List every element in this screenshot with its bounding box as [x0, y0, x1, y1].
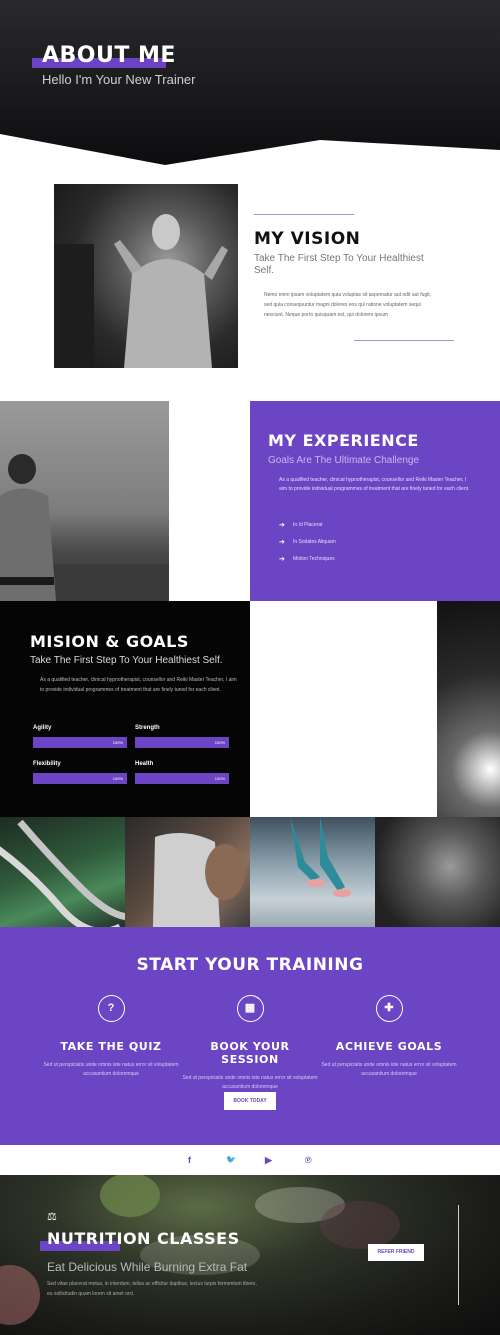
mission-text: As a qualified teacher, clinical hypnoth… [40, 677, 237, 693]
nutrition-text: Sed vitae placerat metus, in interdum, t… [47, 1281, 257, 1297]
tank-top-graphic [153, 833, 245, 927]
gym-light-photo [437, 601, 500, 817]
refer-friend-button[interactable]: REFER FRIEND [368, 1244, 424, 1261]
nutrition-subtitle: Eat Delicious While Burning Extra Fat [47, 1260, 248, 1274]
salad-background [0, 1175, 400, 1325]
skill-percent: 100% [214, 740, 225, 745]
ropes-graphic [0, 819, 125, 927]
skill-bar: 100% [33, 773, 127, 784]
puzzle-icon: ✚ [375, 995, 403, 1022]
man-back-silhouette [0, 454, 169, 601]
facebook-icon[interactable]: f [188, 1155, 191, 1165]
nutrition-divider [458, 1205, 459, 1305]
training-column-text: Sed ut perspiciatis unde omnis iste natu… [321, 1062, 457, 1077]
apple-scale-icon: ⚖ [47, 1211, 57, 1223]
skill-bar: 100% [135, 737, 229, 748]
experience-text: As a qualified teacher, clinical hypnoth… [279, 477, 470, 492]
calendar-icon: ▦ [236, 995, 264, 1022]
nutrition-section [0, 1175, 500, 1335]
hero-wedge-divider [0, 134, 500, 170]
experience-photo [0, 401, 169, 601]
social-bar [0, 1145, 500, 1175]
skill-label: Flexibility [33, 761, 61, 767]
mission-subtitle: Take The First Step To Your Healthiest S… [30, 655, 223, 666]
twitter-icon[interactable]: 🐦 [226, 1155, 236, 1164]
vision-divider-bottom [354, 340, 454, 341]
arrow-right-icon: ➔ [279, 522, 285, 529]
experience-item-label: Motion Techniques [293, 556, 335, 562]
vision-divider-top [254, 214, 354, 215]
skill-label: Strength [135, 725, 160, 731]
vision-subtitle: Take The First Step To Your Healthiest S… [254, 253, 424, 276]
mission-spacer [250, 601, 437, 817]
arrow-right-icon: ➔ [279, 539, 285, 546]
book-today-button[interactable]: BOOK TODAY [224, 1092, 276, 1110]
experience-list-item: ➔ In Id Placerat [279, 521, 322, 529]
experience-list-item: ➔ In Sodales Aliquam [279, 538, 336, 546]
skill-percent: 100% [214, 776, 225, 781]
nutrition-title: NUTRITION CLASSES [47, 1229, 240, 1248]
training-column-title: BOOK YOUR SESSION [210, 1040, 290, 1066]
muscular-torso-photo [375, 817, 500, 927]
tank-top-athlete-photo [125, 817, 250, 927]
skill-percent: 100% [112, 740, 123, 745]
experience-list-item: ➔ Motion Techniques [279, 555, 335, 563]
question-icon: ? [97, 995, 125, 1022]
skill-percent: 100% [112, 776, 123, 781]
page-title: ABOUT ME [42, 43, 176, 68]
experience-item-label: In Id Placerat [293, 522, 323, 528]
runner-graphic [290, 817, 351, 897]
training-title: START YOUR TRAINING [136, 955, 364, 975]
training-column-text: Sed ut perspiciatis unde omnis iste natu… [182, 1075, 318, 1090]
vision-title: MY VISION [254, 229, 361, 249]
stair-runner-photo [250, 817, 375, 927]
training-column: ✚ ACHIEVE GOALS Sed ut perspiciatis unde… [319, 995, 459, 1079]
mission-title: MISION & GOALS [30, 632, 189, 651]
battle-ropes-photo [0, 817, 125, 927]
vision-text: Nemo enim ipsam voluptatem quia voluptas… [264, 292, 432, 318]
arrow-right-icon: ➔ [279, 556, 285, 563]
skill-label: Agility [33, 725, 52, 731]
experience-title: MY EXPERIENCE [268, 431, 419, 450]
skill-label: Health [135, 761, 154, 767]
training-column-title: TAKE THE QUIZ [60, 1040, 162, 1053]
youtube-icon[interactable]: ▶ [265, 1155, 272, 1166]
training-column-title: ACHIEVE GOALS [335, 1040, 443, 1053]
training-column: ▦ BOOK YOUR SESSION Sed ut perspiciatis … [180, 995, 320, 1092]
skill-bar: 100% [33, 737, 127, 748]
pinterest-icon[interactable]: ℗ [305, 1155, 312, 1165]
vision-photo [54, 184, 238, 368]
training-column-text: Sed ut perspiciatis unde omnis iste natu… [43, 1062, 179, 1077]
athlete-silhouette [54, 214, 228, 368]
hero-subtitle: Hello I'm Your New Trainer [42, 72, 196, 87]
experience-subtitle: Goals Are The Ultimate Challenge [268, 455, 420, 466]
training-column: ? TAKE THE QUIZ Sed ut perspiciatis unde… [41, 995, 181, 1079]
experience-item-label: In Sodales Aliquam [293, 539, 336, 545]
skill-bar: 100% [135, 773, 229, 784]
